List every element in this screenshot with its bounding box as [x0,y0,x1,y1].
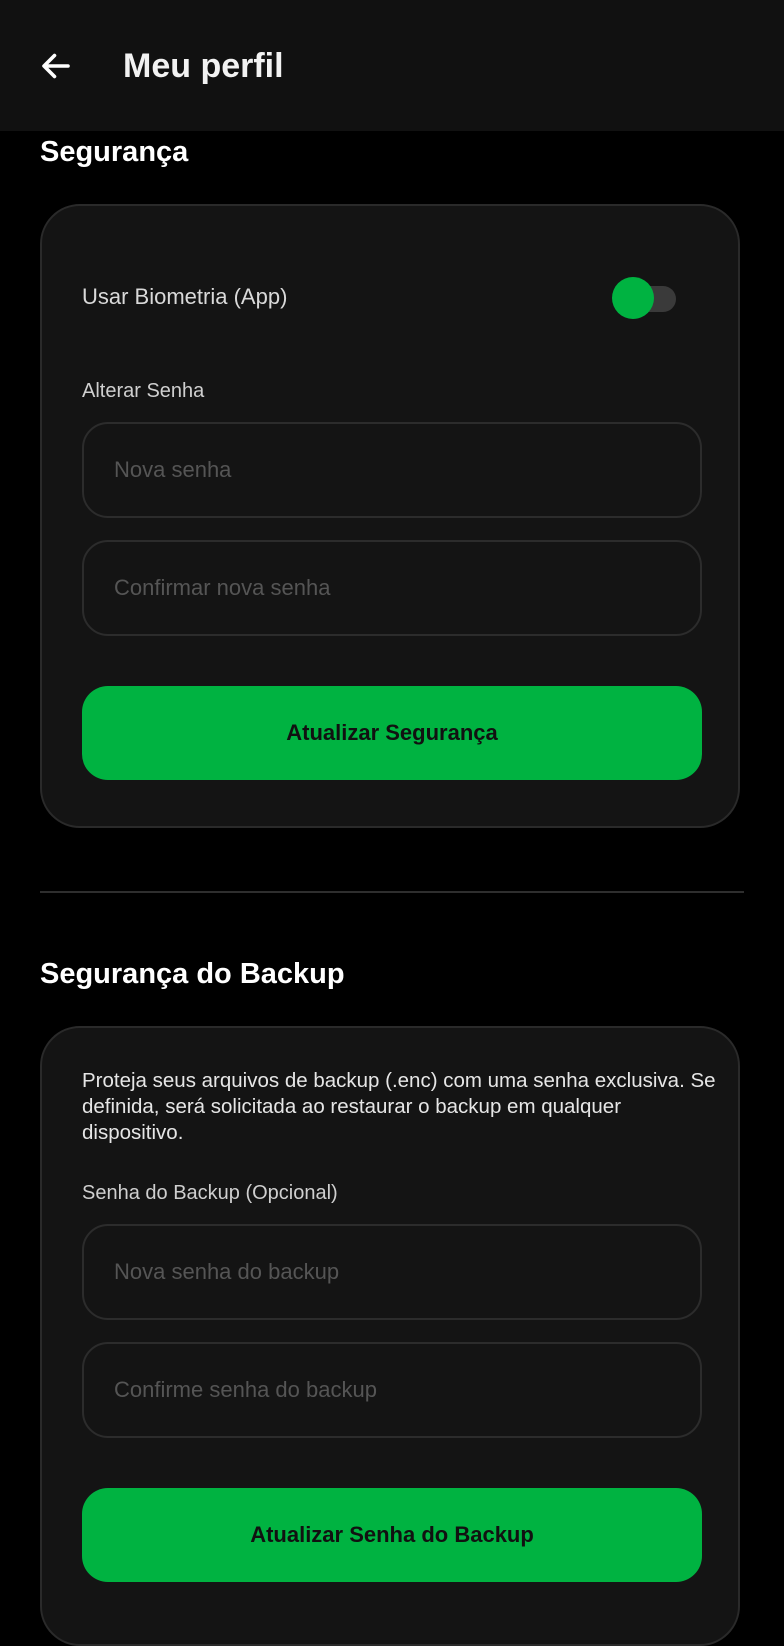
backup-new-password-input[interactable] [82,1224,702,1320]
section-divider [40,891,744,893]
back-button[interactable] [32,42,80,90]
new-password-input[interactable] [82,422,702,518]
confirm-password-input[interactable] [82,540,702,636]
update-security-button[interactable]: Atualizar Segurança [82,686,702,780]
section-title-security: Segurança [40,136,189,168]
section-title-backup: Segurança do Backup [40,958,345,990]
biometrics-label: Usar Biometria (App) [82,284,288,309]
app-bar: Meu perfil [0,0,784,131]
security-card: Usar Biometria (App) Alterar Senha Atual… [40,204,740,828]
page-title: Meu perfil [123,47,284,85]
arrow-left-icon [42,53,70,79]
backup-password-label: Senha do Backup (Opcional) [82,1182,338,1204]
biometrics-toggle[interactable] [612,274,678,319]
change-password-label: Alterar Senha [82,380,205,402]
update-backup-password-button[interactable]: Atualizar Senha do Backup [82,1488,702,1582]
backup-card: Proteja seus arquivos de backup (.enc) c… [40,1026,740,1646]
backup-description: Proteja seus arquivos de backup (.enc) c… [82,1069,716,1144]
backup-confirm-password-input[interactable] [82,1342,702,1438]
toggle-knob [612,277,654,319]
